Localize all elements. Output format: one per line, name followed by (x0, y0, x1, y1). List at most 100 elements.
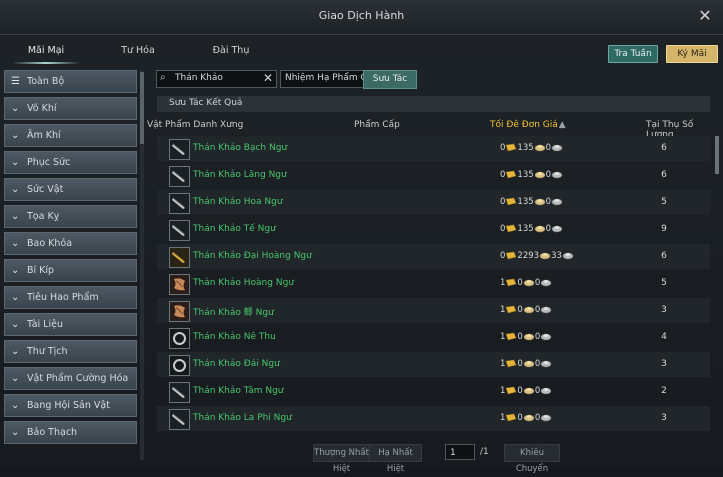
table-row[interactable]: Thán Khảo Hoàng Ngư 1 0 0 5 (157, 271, 710, 296)
table-row[interactable]: Thán Khảo Nê Thu 1 0 0 4 (157, 325, 710, 350)
table-row[interactable]: Thán Khảo 鲫 Ngư 1 0 0 3 (157, 298, 710, 323)
item-name: Thán Khảo Đại Hoàng Ngư (193, 251, 312, 261)
item-quantity: 5 (661, 278, 667, 288)
item-price: 100 (500, 413, 552, 423)
search-button[interactable]: Sưu Tác (363, 70, 417, 89)
table-row[interactable]: Thán Khảo Hoa Ngư 0 135 0 5 (157, 190, 710, 215)
table-row[interactable]: Thán Khảo Bạch Ngư 0 135 0 6 (157, 136, 710, 161)
price-silver: 135 (517, 143, 534, 153)
tab-mai-mai[interactable]: Mãi Mại (12, 38, 80, 64)
sidebar-item-bi-kip[interactable]: ⌄ Bí Kíp (4, 259, 137, 282)
silver-coin-icon (523, 279, 535, 287)
item-name: Thán Khảo Hoàng Ngư (193, 278, 294, 288)
item-name: Thán Khảo La Phi Ngư (193, 413, 292, 423)
sidebar-item-bao-khoa[interactable]: ⌄ Bao Khỏa (4, 232, 137, 255)
silver-coin-icon (523, 387, 535, 395)
gold-coin-icon (506, 197, 517, 206)
prev-page-button[interactable]: Thượng Nhất Hiệt (313, 444, 370, 474)
gold-coin-icon (506, 251, 517, 260)
item-name: Thán Khảo Lăng Ngư (193, 170, 287, 180)
copper-coin-icon (540, 279, 552, 287)
sidebar-item-thu-tich[interactable]: ⌄ Thư Tịch (4, 340, 137, 363)
column-header-price-label: Tối Đê Đơn Giá (490, 120, 558, 130)
sidebar-item-tieu-hao-pham[interactable]: ⌄ Tiêu Hao Phẩm (4, 286, 137, 309)
silver-coin-icon (523, 360, 535, 368)
silver-coin-icon (534, 225, 545, 233)
price-silver: 2293 (517, 251, 540, 261)
chevron-down-icon: ⌄ (11, 211, 20, 222)
tab-dai-thu[interactable]: Đài Thụ (207, 38, 255, 64)
column-header-item[interactable]: Vật Phẩm Danh Xưng (147, 120, 243, 130)
results-scroll-thumb[interactable] (715, 136, 719, 174)
gold-coin-icon (506, 413, 517, 422)
item-price: 100 (500, 332, 552, 342)
sidebar-item-tai-lieu[interactable]: ⌄ Tài Liệu (4, 313, 137, 336)
price-silver: 135 (517, 224, 534, 234)
sidebar-item-am-khi[interactable]: ⌄ Âm Khí (4, 124, 137, 147)
sword-icon (169, 220, 190, 241)
results-scrollbar[interactable] (715, 136, 719, 436)
table-row[interactable]: Thán Khảo Đại Hoàng Ngư 0 2293 33 6 (157, 244, 710, 269)
sidebar-item-phuc-suc[interactable]: ⌄ Phục Sức (4, 151, 137, 174)
ring-icon (169, 355, 190, 376)
sword-icon (169, 139, 190, 160)
gold-coin-icon (506, 170, 517, 179)
page-number-input[interactable]: 1 (445, 444, 475, 460)
item-name: Thán Khảo Bạch Ngư (193, 143, 288, 153)
item-price: 100 (500, 359, 552, 369)
sidebar-item-suc-vat[interactable]: ⌄ Sức Vật (4, 178, 137, 201)
copper-coin-icon (551, 198, 563, 206)
item-name: Thán Khảo Nê Thu (193, 332, 276, 342)
gold-coin-icon (506, 278, 517, 287)
sidebar-item-vo-khi[interactable]: ⌄ Võ Khí (4, 97, 137, 120)
silver-coin-icon (539, 252, 551, 260)
table-row[interactable]: Thán Khảo Đái Ngư 1 0 0 3 (157, 352, 710, 377)
silver-coin-icon (534, 198, 545, 206)
chevron-down-icon: ⌄ (11, 346, 20, 357)
next-page-button[interactable]: Hạ Nhất Hiệt (369, 444, 422, 474)
gold-coin-icon (506, 386, 517, 395)
ring-icon (169, 328, 190, 349)
copper-coin-icon (551, 225, 563, 233)
ky-mai-button[interactable]: Ký Mãi (666, 45, 718, 63)
chevron-down-icon: ⌄ (11, 373, 20, 384)
clear-search-icon[interactable]: ✕ (263, 71, 273, 85)
sidebar-item-bang-hoi-san-vat[interactable]: ⌄ Bang Hội Sản Vật (4, 394, 137, 417)
tra-tuan-button[interactable]: Tra Tuần (608, 45, 658, 63)
copper-coin-icon (551, 171, 563, 179)
sidebar-item-bao-thach[interactable]: ⌄ Bảo Thạch (4, 421, 137, 444)
tab-tu-hoa[interactable]: Tư Hóa (114, 38, 162, 64)
gold-coin-icon (506, 224, 517, 233)
column-header-grade[interactable]: Phẩm Cấp (354, 120, 400, 130)
item-price: 0 135 0 (500, 197, 563, 207)
column-header-price[interactable]: Tối Đê Đơn Giá▲ (490, 120, 566, 130)
silver-coin-icon (523, 306, 535, 314)
item-price: 0 2293 33 (500, 251, 574, 261)
price-silver: 135 (517, 170, 534, 180)
search-input[interactable]: ⌕ Thán Khảo ✕ (156, 70, 277, 88)
sidebar-scroll-thumb[interactable] (140, 72, 144, 144)
copper-coin-icon (562, 252, 574, 260)
list-icon: ☰ (11, 76, 20, 87)
category-sidebar: ☰ Toàn Bộ ⌄ Võ Khí ⌄ Âm Khí ⌄ Phục Sức ⌄ Sức … (4, 70, 137, 460)
item-quantity: 3 (661, 305, 667, 315)
table-row[interactable]: Thán Khảo Lăng Ngư 0 135 0 6 (157, 163, 710, 188)
search-icon: ⌕ (160, 72, 166, 83)
sidebar-item-toa-ky[interactable]: ⌄ Tọa Kỵ (4, 205, 137, 228)
table-row[interactable]: Thán Khảo Tế Ngư 0 135 0 9 (157, 217, 710, 242)
sort-ascending-icon: ▲ (558, 120, 566, 130)
close-icon[interactable]: ✕ (697, 8, 713, 24)
sidebar-item-vat-pham-cuong-hoa[interactable]: ⌄ Vật Phẩm Cường Hóa (4, 367, 137, 390)
silver-coin-icon (534, 144, 545, 152)
sidebar-scrollbar[interactable] (140, 70, 144, 460)
sidebar-item-toan-bo[interactable]: ☰ Toàn Bộ (4, 70, 137, 93)
table-row[interactable]: Thán Khảo Tâm Ngư 1 0 0 2 (157, 379, 710, 404)
table-row[interactable]: Thán Khảo La Phi Ngư 1 0 0 3 (157, 406, 710, 431)
item-price: 100 (500, 278, 552, 288)
copper-coin-icon (540, 333, 552, 341)
item-name: Thán Khảo Tâm Ngư (193, 386, 284, 396)
quality-filter-dropdown[interactable]: Nhiệm Hạ Phẩm Ch (280, 70, 364, 88)
scroll-icon (169, 301, 190, 322)
sword-icon (169, 166, 190, 187)
jump-page-button[interactable]: Khiêu Chuyển (504, 444, 560, 474)
